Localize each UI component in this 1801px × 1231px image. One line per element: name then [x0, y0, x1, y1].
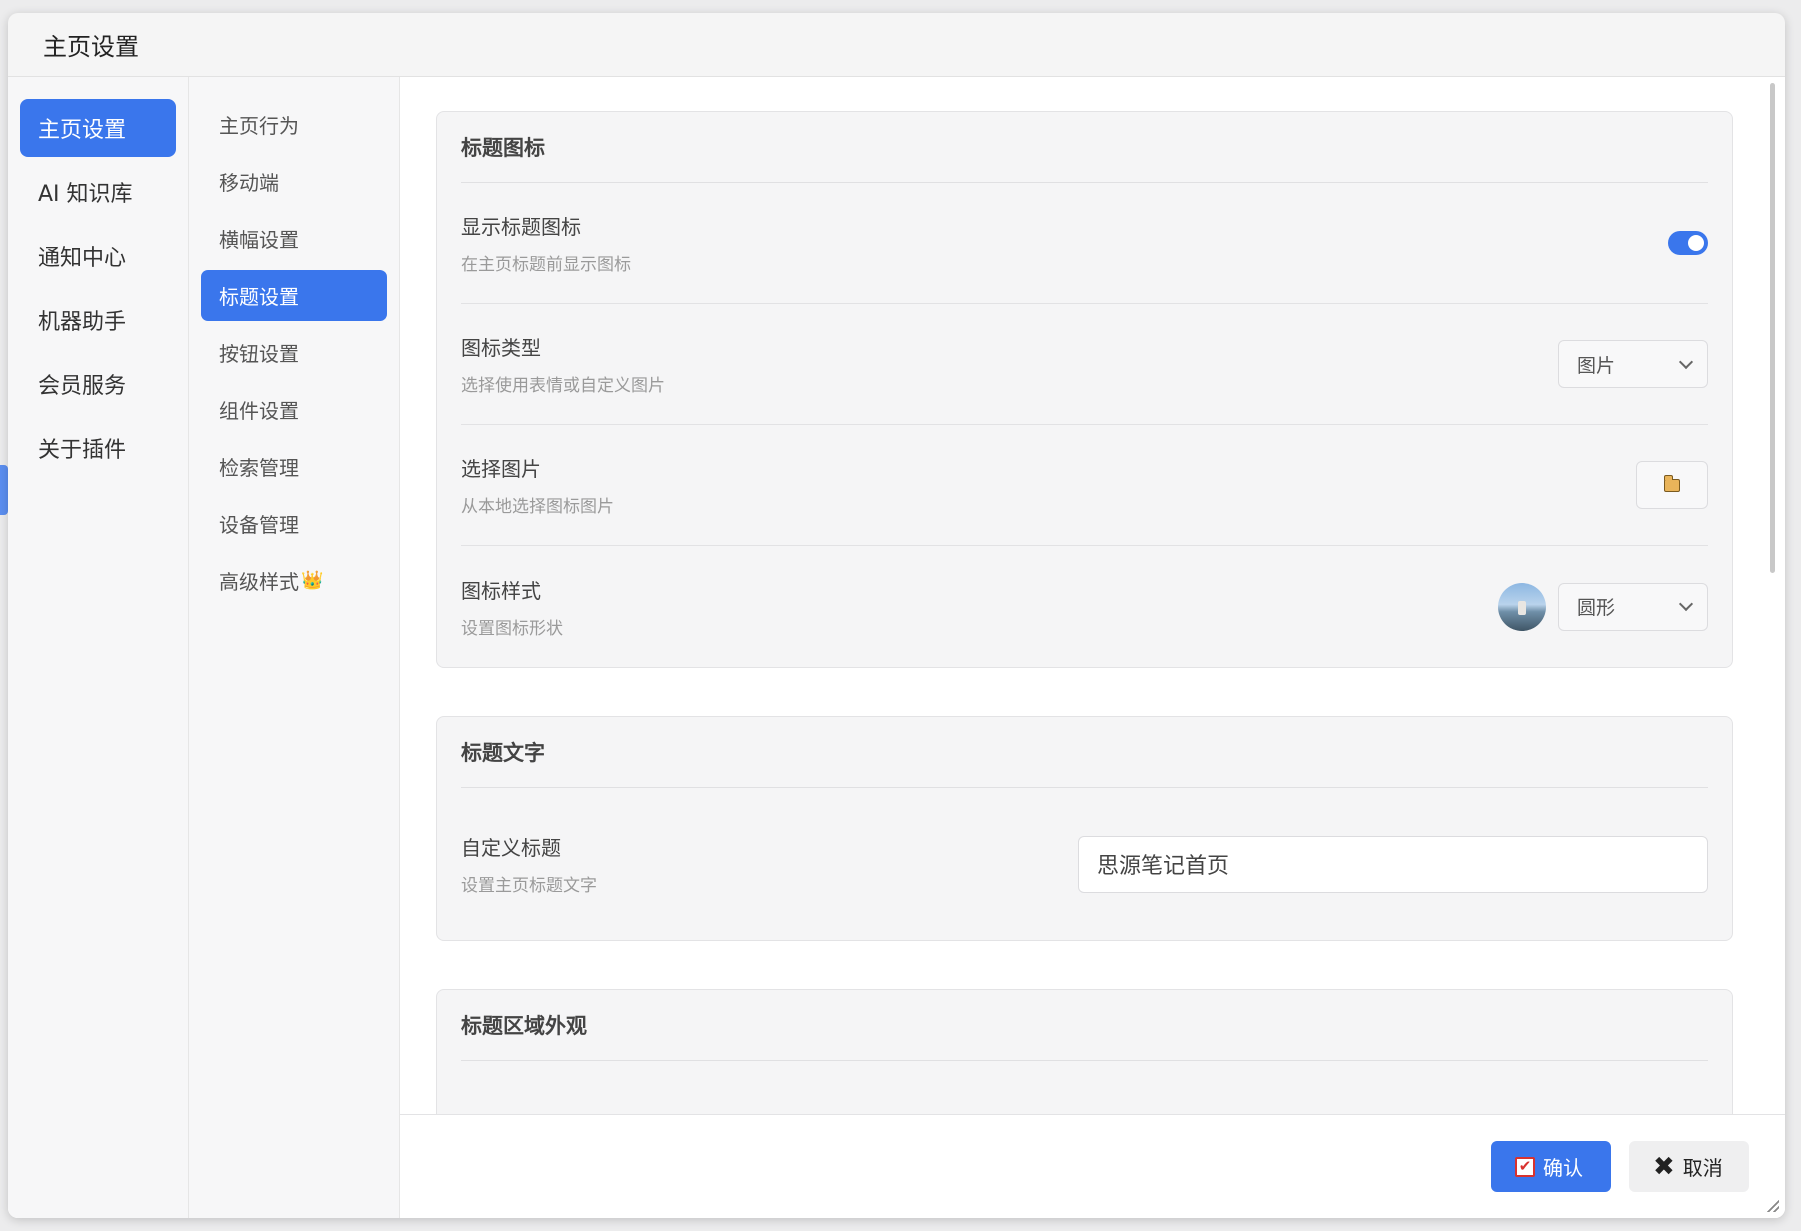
section-heading: 标题图标 — [461, 112, 1708, 183]
select-value: 图片 — [1577, 354, 1616, 377]
setting-row-icon-style: 图标样式 设置图标形状 圆形 — [461, 546, 1708, 667]
confirm-button[interactable]: ✔ 确认 — [1491, 1141, 1611, 1192]
subnav-item-advanced-style[interactable]: 高级样式 👑 — [201, 555, 387, 606]
subnav-item-banner[interactable]: 横幅设置 — [201, 213, 387, 264]
primary-nav: 主页设置 AI 知识库 通知中心 机器助手 会员服务 关于插件 — [8, 77, 189, 1218]
custom-title-input[interactable]: 思源笔记首页 — [1078, 835, 1708, 893]
settings-content: 标题图标 显示标题图标 在主页标题前显示图标 图标类型 选择使用表情或自定义图片… — [400, 77, 1785, 1218]
setting-row-show-icon: 显示标题图标 在主页标题前显示图标 — [461, 183, 1708, 304]
subnav-item-search[interactable]: 检索管理 — [201, 441, 387, 492]
close-icon: ✖ — [1653, 1151, 1675, 1182]
subnav-item-components[interactable]: 组件设置 — [201, 384, 387, 435]
subnav-item-label: 高级样式 — [219, 570, 299, 594]
nav-item-notifications[interactable]: 通知中心 — [20, 227, 176, 285]
setting-label: 图标样式 — [461, 578, 541, 603]
section-title-area: 标题区域外观 — [436, 989, 1733, 1114]
setting-description: 设置图标形状 — [461, 618, 563, 639]
chevron-down-icon — [1678, 596, 1694, 612]
secondary-nav: 主页行为 移动端 横幅设置 标题设置 按钮设置 组件设置 检索管理 设备管理 高… — [189, 77, 400, 1218]
subnav-item-devices[interactable]: 设备管理 — [201, 498, 387, 549]
section-heading: 标题区域外观 — [461, 990, 1708, 1061]
settings-scroll-area[interactable]: 标题图标 显示标题图标 在主页标题前显示图标 图标类型 选择使用表情或自定义图片… — [400, 77, 1785, 1114]
settings-dialog: 主页设置 主页设置 AI 知识库 通知中心 机器助手 会员服务 关于插件 主页行… — [8, 13, 1785, 1218]
subnav-item-buttons[interactable]: 按钮设置 — [201, 327, 387, 378]
background-window-edge — [0, 465, 8, 515]
subnav-item-title[interactable]: 标题设置 — [201, 270, 387, 321]
nav-item-ai-knowledge[interactable]: AI 知识库 — [20, 163, 176, 221]
section-title-text: 标题文字 自定义标题 设置主页标题文字 思源笔记首页 — [436, 716, 1733, 941]
dialog-footer: ✔ 确认 ✖ 取消 — [400, 1114, 1785, 1218]
dialog-body: 主页设置 AI 知识库 通知中心 机器助手 会员服务 关于插件 主页行为 移动端… — [8, 77, 1785, 1218]
cancel-button[interactable]: ✖ 取消 — [1629, 1141, 1749, 1192]
setting-label: 选择图片 — [461, 457, 541, 481]
setting-label: 图标类型 — [461, 336, 541, 360]
cancel-label: 取消 — [1682, 1156, 1723, 1180]
folder-icon — [1664, 474, 1680, 492]
setting-description: 设置主页标题文字 — [461, 876, 597, 896]
scrollbar[interactable] — [1770, 83, 1775, 573]
setting-description: 从本地选择图标图片 — [461, 497, 614, 517]
section-title-icon: 标题图标 显示标题图标 在主页标题前显示图标 图标类型 选择使用表情或自定义图片… — [436, 111, 1733, 668]
subnav-item-home-behavior[interactable]: 主页行为 — [201, 99, 387, 150]
show-icon-toggle[interactable] — [1668, 231, 1708, 255]
subnav-item-mobile[interactable]: 移动端 — [201, 156, 387, 207]
crown-icon: 👑 — [301, 570, 324, 591]
setting-row-custom-title: 自定义标题 设置主页标题文字 思源笔记首页 — [461, 788, 1708, 940]
icon-preview-image — [1498, 582, 1546, 631]
select-value: 圆形 — [1577, 597, 1616, 619]
nav-item-about[interactable]: 关于插件 — [20, 419, 176, 477]
confirm-label: 确认 — [1543, 1156, 1583, 1180]
setting-description: 在主页标题前显示图标 — [461, 255, 631, 275]
checkbox-icon: ✔ — [1515, 1156, 1535, 1177]
nav-item-bot-assistant[interactable]: 机器助手 — [20, 291, 176, 349]
section-heading: 标题文字 — [461, 717, 1708, 788]
chevron-down-icon — [1678, 354, 1694, 369]
choose-image-button[interactable] — [1636, 461, 1708, 509]
dialog-title: 主页设置 — [8, 13, 1785, 77]
nav-item-membership[interactable]: 会员服务 — [20, 355, 176, 413]
setting-row-icon-type: 图标类型 选择使用表情或自定义图片 图片 — [461, 304, 1708, 425]
setting-label: 显示标题图标 — [461, 215, 581, 239]
setting-description: 选择使用表情或自定义图片 — [461, 376, 665, 396]
setting-row-choose-image: 选择图片 从本地选择图标图片 — [461, 425, 1708, 546]
resize-handle-icon[interactable] — [1767, 1200, 1779, 1212]
nav-item-home-settings[interactable]: 主页设置 — [20, 99, 176, 157]
icon-type-select[interactable]: 图片 — [1558, 340, 1708, 388]
icon-style-select[interactable]: 圆形 — [1558, 582, 1708, 631]
setting-label: 自定义标题 — [461, 836, 561, 860]
